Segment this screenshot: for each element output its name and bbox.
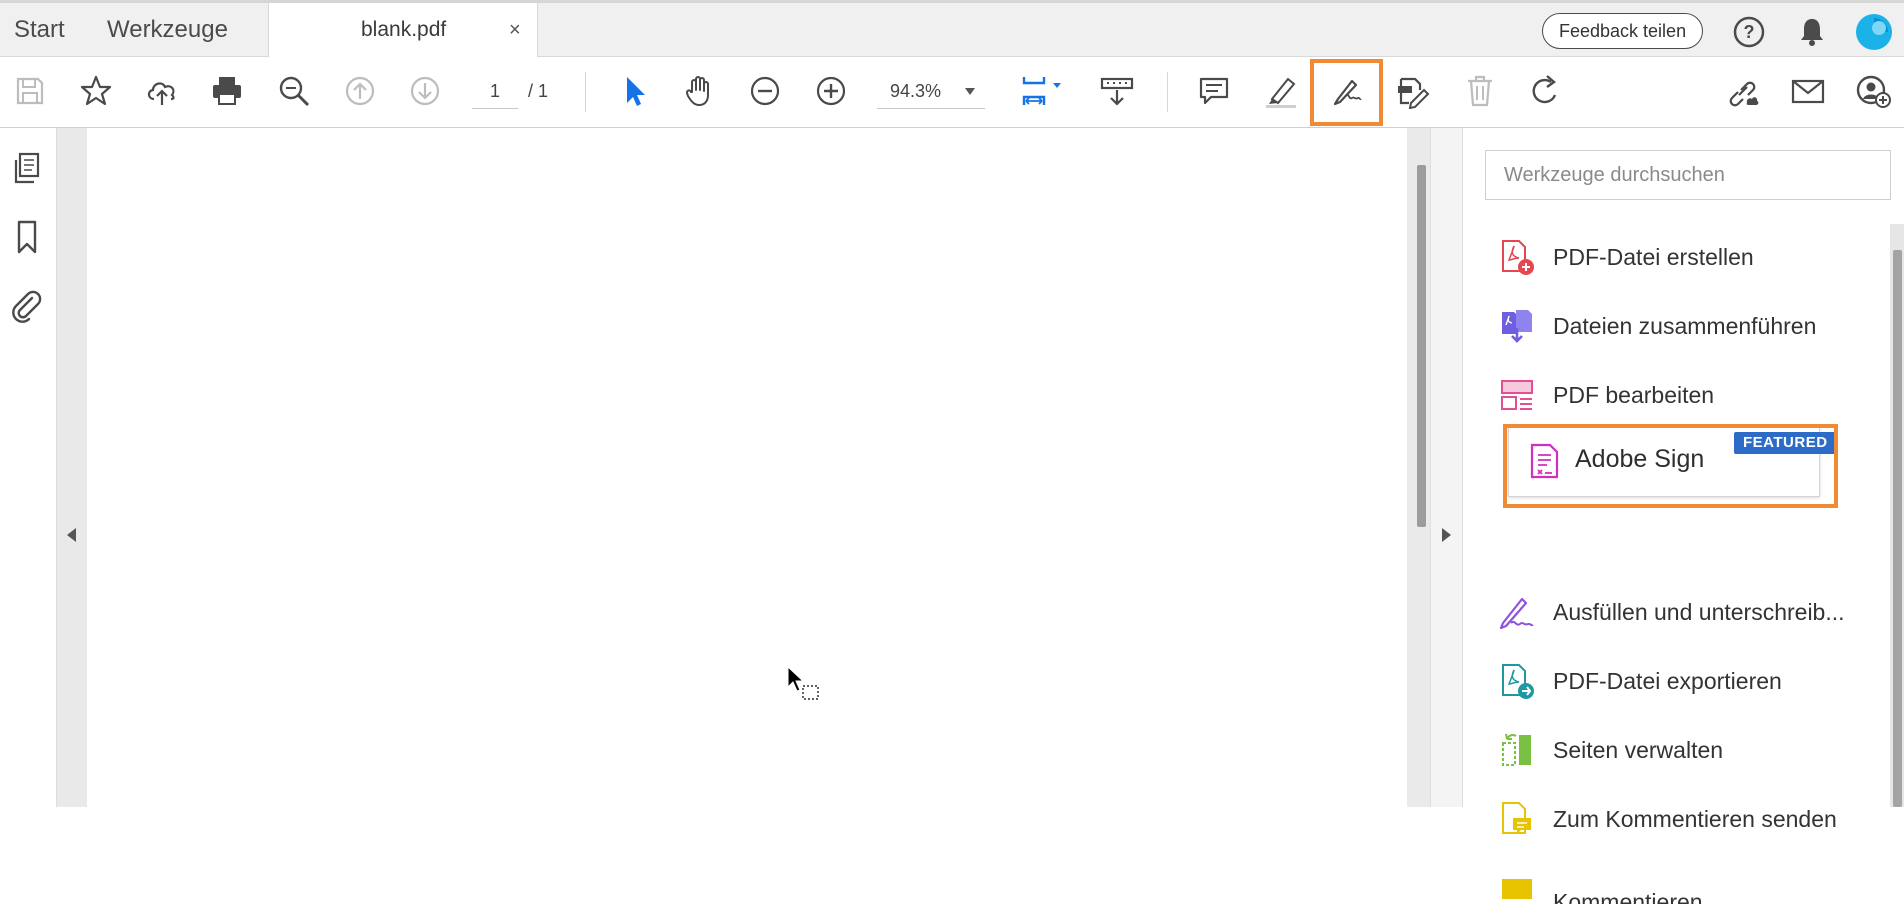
edit-pdf-tool-icon bbox=[1499, 376, 1535, 414]
tool-label: Dateien zusammenführen bbox=[1553, 313, 1816, 340]
tool-export-pdf[interactable]: PDF-Datei exportieren bbox=[1499, 657, 1782, 705]
tool-organize-pages[interactable]: Seiten verwalten bbox=[1499, 726, 1723, 774]
toolbar-divider bbox=[585, 72, 586, 112]
tool-send-for-comments[interactable]: Zum Kommentieren senden bbox=[1499, 795, 1837, 843]
adobe-sign-highlight bbox=[1503, 424, 1838, 508]
zoom-in-icon[interactable] bbox=[811, 71, 851, 111]
fit-page-icon[interactable] bbox=[1013, 71, 1069, 111]
tool-label: PDF bearbeiten bbox=[1553, 382, 1714, 409]
document-viewer[interactable] bbox=[57, 128, 1462, 807]
tab-close-icon[interactable]: × bbox=[509, 3, 521, 57]
tool-comment[interactable]: Kommentieren bbox=[1499, 864, 1703, 904]
fill-sign-icon bbox=[1499, 593, 1535, 631]
share-link-icon[interactable] bbox=[1723, 71, 1763, 111]
main-toolbar: 1 / 1 94.3% bbox=[0, 57, 1904, 128]
zoom-dropdown[interactable]: 94.3% bbox=[877, 74, 985, 109]
page-up-icon[interactable] bbox=[340, 71, 380, 111]
select-cursor-icon[interactable] bbox=[614, 71, 654, 111]
page-thumbnails-icon[interactable] bbox=[8, 150, 46, 188]
zoom-out-icon[interactable] bbox=[745, 71, 785, 111]
notification-bell-icon[interactable] bbox=[1795, 15, 1829, 49]
tab-document[interactable]: blank.pdf × bbox=[268, 3, 538, 58]
help-icon[interactable]: ? bbox=[1732, 15, 1766, 49]
email-icon[interactable] bbox=[1788, 71, 1828, 111]
bookmark-star-icon[interactable] bbox=[76, 71, 116, 111]
chevron-down-icon bbox=[965, 88, 975, 95]
comment-icon[interactable] bbox=[1194, 71, 1234, 111]
page-number-input[interactable]: 1 bbox=[472, 74, 518, 109]
search-zoom-icon[interactable] bbox=[274, 71, 314, 111]
bookmarks-icon[interactable] bbox=[8, 218, 46, 256]
page-total: / 1 bbox=[528, 74, 548, 108]
tab-document-name: blank.pdf bbox=[361, 3, 446, 57]
send-for-comments-icon bbox=[1499, 800, 1535, 838]
tool-edit-pdf[interactable]: PDF bearbeiten bbox=[1499, 371, 1714, 419]
organize-pages-icon bbox=[1499, 731, 1535, 769]
tool-create-pdf[interactable]: PDF-Datei erstellen bbox=[1499, 233, 1754, 281]
toolbar-divider bbox=[1167, 72, 1168, 112]
tool-label: PDF-Datei exportieren bbox=[1553, 668, 1782, 695]
svg-text:?: ? bbox=[1744, 22, 1755, 42]
tool-label: Seiten verwalten bbox=[1553, 737, 1723, 764]
tools-pane-splitter[interactable] bbox=[1430, 128, 1463, 807]
comment-tool-icon bbox=[1499, 865, 1535, 903]
scroll-mode-icon[interactable] bbox=[1097, 71, 1137, 111]
tab-bar: Start Werkzeuge blank.pdf × Feedback tei… bbox=[0, 0, 1904, 57]
share-user-icon[interactable] bbox=[1853, 71, 1893, 111]
sign-tool-highlight bbox=[1310, 59, 1383, 126]
tools-search-input[interactable]: Werkzeuge durchsuchen bbox=[1485, 150, 1891, 200]
highlight-icon[interactable] bbox=[1261, 71, 1301, 111]
tab-werkzeuge[interactable]: Werkzeuge bbox=[107, 3, 228, 57]
tool-label: Kommentieren bbox=[1553, 889, 1703, 904]
hand-pan-icon[interactable] bbox=[680, 71, 720, 111]
tool-combine-files[interactable]: Dateien zusammenführen bbox=[1499, 302, 1816, 350]
edit-pdf-icon[interactable] bbox=[1393, 71, 1433, 111]
create-pdf-icon bbox=[1499, 238, 1535, 276]
document-scrollbar-thumb[interactable] bbox=[1417, 165, 1426, 527]
cloud-upload-icon[interactable] bbox=[142, 71, 182, 111]
tool-label: Ausfüllen und unterschreib... bbox=[1553, 599, 1845, 626]
tab-start[interactable]: Start bbox=[14, 3, 65, 57]
print-icon[interactable] bbox=[207, 71, 247, 111]
tool-label: Zum Kommentieren senden bbox=[1553, 806, 1837, 833]
rotate-icon[interactable] bbox=[1525, 71, 1565, 111]
collapse-left-pane-icon[interactable] bbox=[67, 528, 76, 542]
zoom-value: 94.3% bbox=[890, 74, 941, 108]
delete-icon[interactable] bbox=[1460, 71, 1500, 111]
page-down-icon[interactable] bbox=[405, 71, 445, 111]
tool-label: PDF-Datei erstellen bbox=[1553, 244, 1754, 271]
mouse-cursor-icon bbox=[786, 666, 826, 706]
attachments-icon[interactable] bbox=[8, 286, 46, 324]
save-icon[interactable] bbox=[10, 71, 50, 111]
account-avatar-icon[interactable] bbox=[1855, 13, 1893, 51]
export-pdf-icon bbox=[1499, 662, 1535, 700]
tools-pane-scrollbar-thumb[interactable] bbox=[1893, 250, 1902, 807]
tool-fill-sign[interactable]: Ausfüllen und unterschreib... bbox=[1499, 588, 1845, 636]
collapse-right-pane-icon[interactable] bbox=[1442, 528, 1451, 542]
feedback-button[interactable]: Feedback teilen bbox=[1542, 13, 1703, 49]
combine-files-icon bbox=[1499, 307, 1535, 345]
pdf-page[interactable] bbox=[87, 128, 1409, 807]
left-navigation-pane bbox=[0, 128, 57, 807]
